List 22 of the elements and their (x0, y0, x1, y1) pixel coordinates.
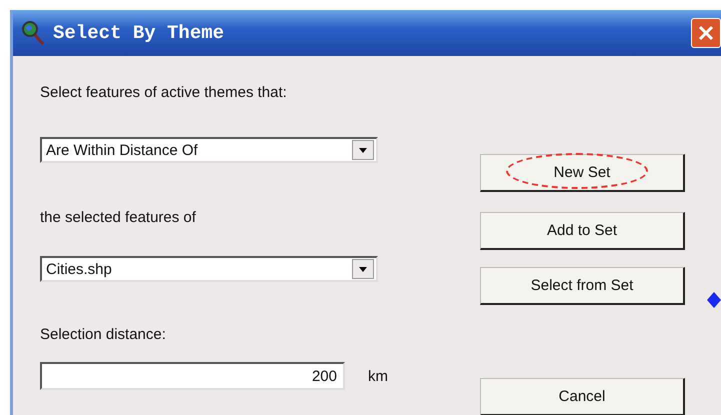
combo-value: Cities.shp (45, 260, 113, 278)
dropdown-button[interactable] (352, 140, 374, 160)
close-icon (698, 25, 714, 41)
caret-icon (359, 148, 367, 152)
action-button[interactable]: Select from Set (480, 267, 685, 305)
action-button[interactable]: Cancel (480, 378, 685, 415)
dropdown-button[interactable] (352, 259, 374, 279)
field-label: Selection distance: (40, 326, 166, 344)
diamond-icon (707, 292, 721, 308)
field-label: the selected features of (40, 209, 196, 227)
unit-label: km (368, 368, 388, 384)
theme-dropdown[interactable]: Cities.shp (40, 256, 378, 282)
relation-dropdown[interactable]: Are Within Distance Of (40, 137, 378, 163)
magnifier-icon (21, 20, 45, 46)
close-button[interactable] (691, 18, 721, 48)
window-title: Select By Theme (53, 22, 224, 44)
combo-value: Are Within Distance Of (45, 142, 199, 158)
distance-field[interactable]: 200 (40, 362, 345, 390)
action-button[interactable]: New Set (480, 154, 685, 192)
caret-icon (359, 266, 367, 272)
action-button[interactable]: Add to Set (480, 212, 685, 250)
field-label: Select features of active themes that: (40, 84, 287, 102)
